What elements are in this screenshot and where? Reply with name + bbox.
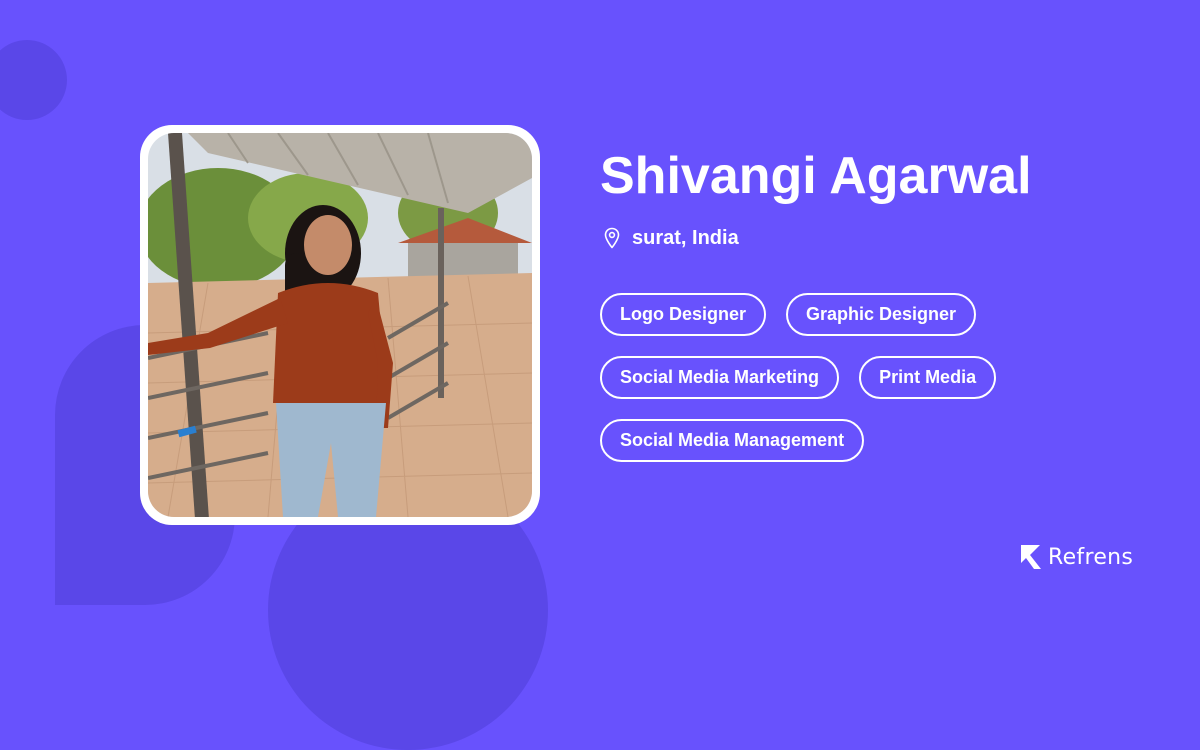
refrens-brand[interactable]: Refrens — [1018, 543, 1133, 571]
profile-info: Shivangi Agarwal surat, India Logo Desig… — [600, 148, 1160, 462]
profile-location: surat, India — [600, 226, 1160, 250]
skill-tag-social-media-marketing[interactable]: Social Media Marketing — [600, 356, 840, 399]
refrens-logo-icon — [1021, 545, 1041, 569]
location-pin-icon — [604, 227, 620, 249]
skill-tag-logo-designer[interactable]: Logo Designer — [600, 293, 767, 336]
brand-name: Refrens — [1048, 544, 1134, 570]
profile-photo — [148, 133, 532, 517]
profile-name: Shivangi Agarwal — [600, 147, 1032, 205]
decorative-circle — [0, 40, 67, 120]
profile-photo-frame — [140, 125, 540, 525]
skill-tag-graphic-designer[interactable]: Graphic Designer — [786, 293, 977, 336]
location-text: surat, India — [632, 226, 739, 249]
skill-tags: Logo Designer Graphic Designer Social Me… — [600, 293, 1070, 462]
skill-tag-print-media[interactable]: Print Media — [859, 356, 997, 399]
skill-tag-social-media-management[interactable]: Social Media Management — [600, 419, 865, 462]
